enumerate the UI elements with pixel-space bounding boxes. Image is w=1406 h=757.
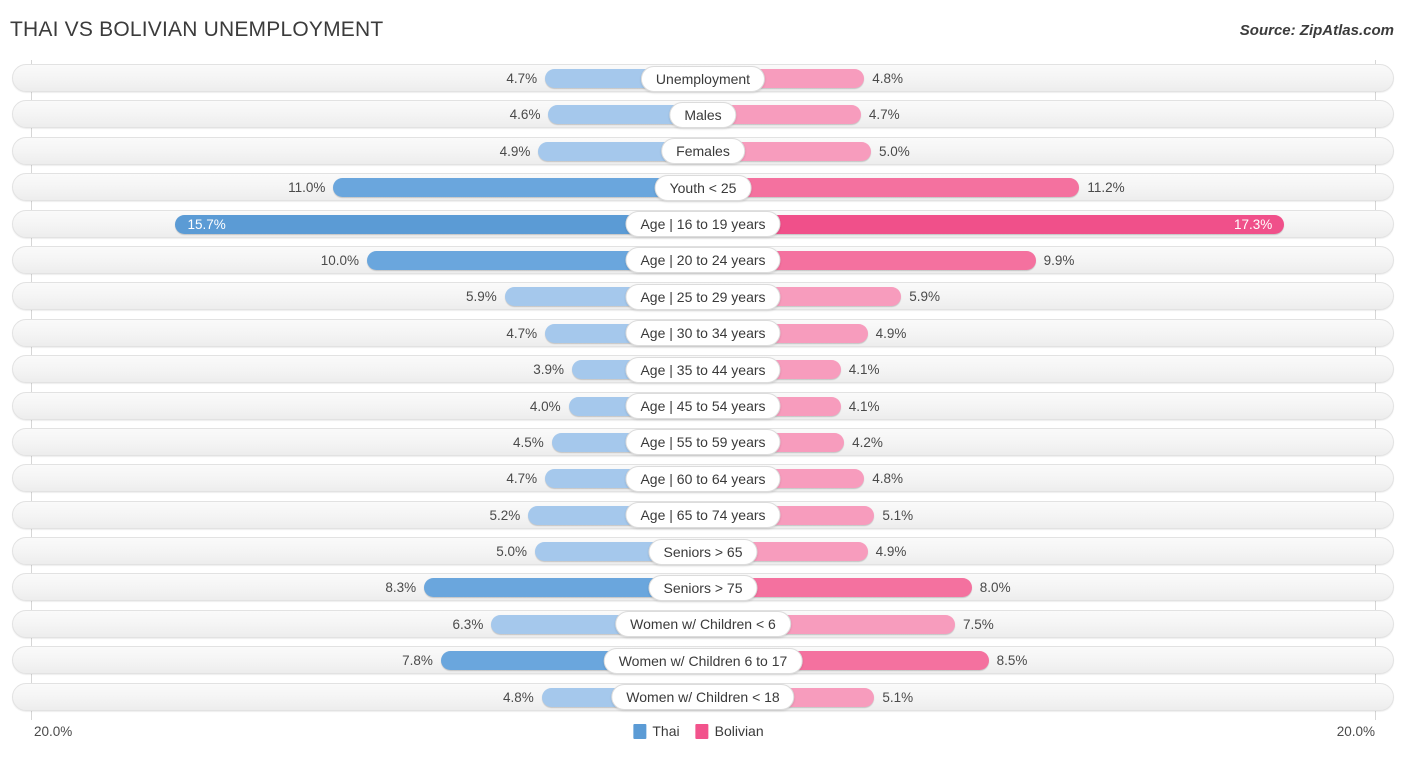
legend-entry[interactable]: Thai xyxy=(633,723,680,739)
bar-row: 3.9% 4.1% Age | 35 to 44 years xyxy=(0,351,1406,387)
axis-label-right: 20.0% xyxy=(1336,724,1375,739)
value-label-thai: 4.7% xyxy=(506,471,538,487)
bar-row: 10.0% 9.9% Age | 20 to 24 years xyxy=(0,242,1406,278)
category-label: Youth < 25 xyxy=(654,174,752,201)
value-label-bolivian: 5.1% xyxy=(882,689,914,705)
value-label-bolivian: 5.9% xyxy=(909,289,941,305)
category-label: Age | 60 to 64 years xyxy=(625,465,781,492)
value-label-bolivian: 4.8% xyxy=(872,471,904,487)
value-label-thai: 4.0% xyxy=(529,398,561,414)
category-label: Age | 35 to 44 years xyxy=(625,356,781,383)
value-label-bolivian: 4.9% xyxy=(875,544,907,560)
value-label-thai: 4.9% xyxy=(499,143,531,159)
category-label: Age | 20 to 24 years xyxy=(625,247,781,274)
value-label-thai: 8.3% xyxy=(385,580,417,596)
value-label-bolivian: 4.8% xyxy=(872,71,904,86)
value-label-bolivian: 4.1% xyxy=(848,362,880,378)
bar-row: 4.7% 4.8% Age | 60 to 64 years xyxy=(0,460,1406,496)
value-label-thai: 5.9% xyxy=(465,289,497,305)
value-label-bolivian: 11.2% xyxy=(1087,180,1125,196)
value-label-thai: 5.2% xyxy=(489,507,521,523)
legend-label: Bolivian xyxy=(714,723,764,739)
value-label-bolivian: 7.5% xyxy=(963,616,994,632)
bar-row: 5.9% 5.9% Age | 25 to 29 years xyxy=(0,278,1406,314)
category-label: Age | 45 to 54 years xyxy=(625,393,781,420)
value-label-bolivian: 5.1% xyxy=(882,507,914,523)
value-label-thai: 15.7% xyxy=(187,216,226,232)
bar-thai xyxy=(333,178,703,198)
bar-row: 5.2% 5.1% Age | 65 to 74 years xyxy=(0,497,1406,533)
bar-row: 15.7% 17.3% Age | 16 to 19 years xyxy=(0,206,1406,242)
page-title: THAI VS BOLIVIAN UNEMPLOYMENT xyxy=(10,18,384,41)
bar-row: 4.5% 4.2% Age | 55 to 59 years xyxy=(0,424,1406,460)
value-label-thai: 7.8% xyxy=(402,653,433,669)
value-label-bolivian: 9.9% xyxy=(1043,252,1075,268)
value-label-bolivian: 5.0% xyxy=(879,143,910,159)
category-label: Females xyxy=(661,138,745,165)
value-label-thai: 4.8% xyxy=(502,689,534,705)
category-label: Males xyxy=(669,101,737,128)
legend-label: Thai xyxy=(652,723,680,739)
legend-swatch-icon xyxy=(695,723,709,739)
value-label-thai: 5.0% xyxy=(496,544,527,560)
value-label-thai: 11.0% xyxy=(288,180,326,196)
value-label-bolivian: 4.2% xyxy=(852,434,883,450)
chart-legend: Thai Bolivian xyxy=(633,723,772,739)
value-label-thai: 10.0% xyxy=(320,252,359,268)
plot-area: 4.7% 4.8% Unemployment 4.6% 4.7% Males 4.9% 5.0… xyxy=(0,60,1406,720)
bar-rows-container: 4.7% 4.8% Unemployment 4.6% 4.7% Males 4.9% 5.0… xyxy=(0,60,1406,715)
category-label: Age | 65 to 74 years xyxy=(625,502,781,529)
category-label: Unemployment xyxy=(640,65,766,92)
category-label: Women w/ Children 6 to 17 xyxy=(603,647,803,674)
legend-entry[interactable]: Bolivian xyxy=(695,723,764,739)
bar-row: 4.9% 5.0% Females xyxy=(0,133,1406,169)
value-label-thai: 6.3% xyxy=(452,616,484,632)
source-attribution: Source: ZipAtlas.com xyxy=(1239,22,1394,39)
category-label: Women w/ Children < 18 xyxy=(611,684,795,711)
bar-row: 4.7% 4.9% Age | 30 to 34 years xyxy=(0,315,1406,351)
category-label: Age | 30 to 34 years xyxy=(625,320,781,347)
bar-row: 8.3% 8.0% Seniors > 75 xyxy=(0,569,1406,605)
bar-row: 6.3% 7.5% Women w/ Children < 6 xyxy=(0,606,1406,642)
bar-bolivian xyxy=(703,178,1080,198)
chart-page: THAI VS BOLIVIAN UNEMPLOYMENT Source: Zi… xyxy=(0,0,1406,757)
bar-row: 5.0% 4.9% Seniors > 65 xyxy=(0,533,1406,569)
category-label: Age | 16 to 19 years xyxy=(625,211,781,238)
category-label: Seniors > 75 xyxy=(648,574,758,601)
value-label-thai: 4.7% xyxy=(506,325,538,341)
category-label: Seniors > 65 xyxy=(648,538,758,565)
value-label-bolivian: 8.0% xyxy=(979,580,1011,596)
value-label-bolivian: 4.1% xyxy=(848,398,880,414)
bar-row: 7.8% 8.5% Women w/ Children 6 to 17 xyxy=(0,642,1406,678)
category-label: Age | 25 to 29 years xyxy=(625,283,781,310)
value-label-thai: 4.6% xyxy=(509,107,541,123)
value-label-bolivian: 4.9% xyxy=(875,325,907,341)
axis-label-left: 20.0% xyxy=(34,724,73,739)
bar-bolivian xyxy=(703,214,1285,234)
category-label: Women w/ Children < 6 xyxy=(615,611,791,638)
bar-row: 11.0% 11.2% Youth < 25 xyxy=(0,169,1406,205)
category-label: Age | 55 to 59 years xyxy=(625,429,781,456)
value-label-thai: 4.7% xyxy=(506,71,538,86)
legend-swatch-icon xyxy=(633,723,647,739)
bar-row: 4.0% 4.1% Age | 45 to 54 years xyxy=(0,388,1406,424)
value-label-bolivian: 8.5% xyxy=(996,653,1028,669)
bar-thai xyxy=(175,214,703,234)
bar-row: 4.7% 4.8% Unemployment xyxy=(0,60,1406,96)
chart-footer: 20.0% 20.0% Thai Bolivian xyxy=(0,720,1406,757)
value-label-thai: 3.9% xyxy=(533,362,564,378)
value-label-thai: 4.5% xyxy=(513,434,544,450)
bar-row: 4.6% 4.7% Males xyxy=(0,96,1406,132)
value-label-bolivian: 4.7% xyxy=(868,107,900,123)
value-label-bolivian: 17.3% xyxy=(1233,216,1273,232)
bar-row: 4.8% 5.1% Women w/ Children < 18 xyxy=(0,679,1406,715)
